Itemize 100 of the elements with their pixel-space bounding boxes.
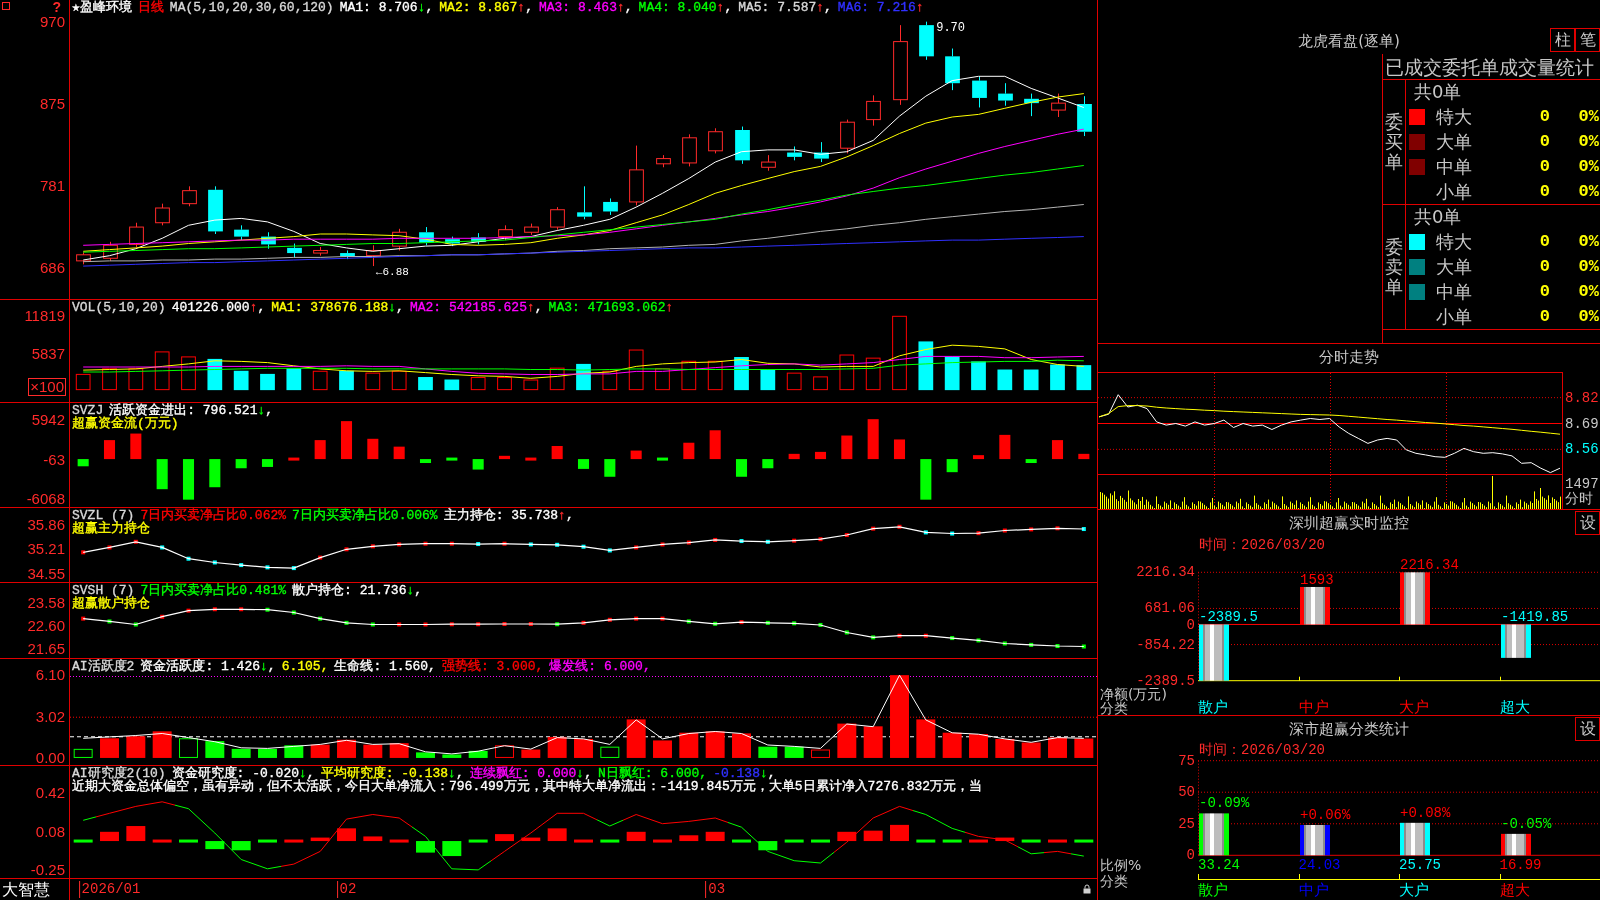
value-label: 24.03 xyxy=(1298,858,1341,873)
indicator-label: MA4: 8.040↑, xyxy=(638,1,733,14)
axis-label: 8.56 xyxy=(1565,441,1599,458)
row-label: 中单 xyxy=(1436,281,1472,302)
indicator-label: MA6: 7.216↑ xyxy=(837,1,924,14)
count-value: 0 xyxy=(1539,181,1550,202)
axis-label: 5837 xyxy=(31,346,65,361)
brand-label: 大智慧 xyxy=(2,880,50,899)
indicator-label: 活跃资金进出: 796.521↓, xyxy=(109,404,274,417)
indicator-label: 7日内买卖净占比0.481% xyxy=(140,584,287,597)
indicator-label: MA3: 8.463↑, xyxy=(538,1,633,14)
indicator-label: 401226.000↑, xyxy=(171,301,266,314)
value-label: 16.99 xyxy=(1499,858,1542,873)
indicator-label: 平均研究度: -0.138↓, xyxy=(320,767,464,780)
date-label: 03 xyxy=(705,881,726,898)
axis-label: 681.06 xyxy=(1144,600,1195,617)
count-value: 0 xyxy=(1539,306,1550,327)
volume-max-label: 1497 xyxy=(1565,476,1599,492)
indicator-label: MA2: 8.867↑, xyxy=(439,1,533,14)
indicator-label: 资金活跃度: 1.426↓, xyxy=(140,660,276,673)
axis-label: 75 xyxy=(1178,752,1195,769)
axis-label: 22.60 xyxy=(27,619,65,634)
date-label: 2026/01 xyxy=(78,881,141,898)
axis-label: 35.21 xyxy=(27,541,65,556)
change-label: -0.05% xyxy=(1501,815,1552,832)
value-label: 2216.34 xyxy=(1400,557,1459,574)
indicator-label: 生命线: 1.560, xyxy=(334,660,436,673)
axis-label: 686 xyxy=(39,260,65,275)
category-label: 大户 xyxy=(1399,699,1429,715)
axis-label: 23.58 xyxy=(27,596,65,611)
category-label: 中户 xyxy=(1298,880,1329,900)
help-mark: ? xyxy=(52,0,61,14)
price-marker-label: 9.70 xyxy=(936,20,965,35)
row-label: 特大 xyxy=(1436,106,1472,127)
indicator-label: VOL(5,10,20) xyxy=(72,301,166,314)
axis-label: 0.08 xyxy=(35,824,65,839)
indicator-label: MA5: 7.587↑, xyxy=(738,1,832,14)
indicator-label: 6.105, xyxy=(281,660,329,673)
percent-value: 0% xyxy=(1578,181,1599,202)
count-value: 0 xyxy=(1539,156,1550,177)
count-value: 0 xyxy=(1539,131,1550,152)
axis-label: 3.02 xyxy=(35,710,65,724)
value-label: 25.75 xyxy=(1399,858,1441,873)
axis-label: -854.22 xyxy=(1136,636,1195,653)
axis-label: 781 xyxy=(39,178,65,193)
row-label: 特大 xyxy=(1436,231,1472,252)
row-label: 中单 xyxy=(1436,156,1472,177)
axis-label: 11819 xyxy=(24,309,65,324)
indicator-label: 资金研究度: -0.020↓, xyxy=(171,767,315,780)
indicator-label: SVSH (7) xyxy=(72,584,135,597)
panel-title: 深市超赢分类统计 xyxy=(1289,719,1409,739)
count-value: 0 xyxy=(1539,281,1550,302)
axis-label: 21.65 xyxy=(27,641,65,656)
axis-title: 分类 xyxy=(1100,873,1128,890)
axis-label: 0 xyxy=(1186,616,1195,633)
table-title: 已成交委托单成交量统计 xyxy=(1385,55,1594,78)
row-label: 小单 xyxy=(1436,306,1472,327)
category-label: 超大 xyxy=(1499,880,1530,900)
indicator-label: ★盈峰环境 xyxy=(72,1,132,14)
value-label: -2389.5 xyxy=(1199,609,1258,626)
axis-label: -63 xyxy=(43,452,65,467)
axis-label: 0 xyxy=(1186,847,1195,864)
indicator-label: SVZL (7) xyxy=(72,509,135,522)
change-label: +0.06% xyxy=(1300,807,1351,823)
indicator-label: AI研究度2(10) xyxy=(72,767,166,780)
category-label: 大户 xyxy=(1399,880,1429,900)
change-label: -0.09% xyxy=(1199,795,1250,812)
axis-label: 50 xyxy=(1178,784,1195,801)
percent-value: 0% xyxy=(1578,281,1599,302)
axis-title: 净额(万元) xyxy=(1100,687,1167,701)
panel-title: 深圳超赢实时监控 xyxy=(1289,513,1409,533)
time-label: 时间：2026/03/20 xyxy=(1199,536,1325,553)
axis-label: 0.42 xyxy=(35,785,65,800)
indicator-subtitle: 超赢散户持仓 xyxy=(72,597,150,610)
category-label: 散户 xyxy=(1198,699,1228,715)
row-label: 小单 xyxy=(1436,181,1472,202)
indicator-label: 主力持仓: 35.738↑, xyxy=(443,509,574,522)
count-value: 0 xyxy=(1539,256,1550,277)
axis-label: 0.00 xyxy=(35,750,65,765)
change-label: +0.08% xyxy=(1400,804,1451,821)
indicator-label: MA3: 471693.062↑ xyxy=(548,301,674,314)
axis-label: -0.25 xyxy=(30,862,65,877)
axis-label: 8.69 xyxy=(1565,415,1599,432)
axis-label: 2216.34 xyxy=(1136,564,1195,581)
indicator-label: -0.138↓, xyxy=(713,767,776,780)
axis-label: 25 xyxy=(1178,815,1195,832)
axis-label: 875 xyxy=(39,97,65,111)
time-label: 时间：2026/03/20 xyxy=(1199,742,1325,758)
indicator-label: 散户持仓: 21.736↓, xyxy=(292,584,423,597)
period-label: 分时 xyxy=(1565,491,1593,507)
value-label: -1419.85 xyxy=(1501,609,1569,626)
total-label: 共0单 xyxy=(1414,207,1462,227)
unit-label: ×100 xyxy=(28,378,66,396)
price-marker-label: ←6.88 xyxy=(375,266,409,279)
category-label: 散户 xyxy=(1198,880,1228,900)
indicator-subtitle: 超赢资金流(万元) xyxy=(72,417,179,430)
axis-label: 34.55 xyxy=(27,566,65,581)
percent-value: 0% xyxy=(1578,306,1599,327)
axis-label: 35.86 xyxy=(27,517,65,532)
percent-value: 0% xyxy=(1578,131,1599,152)
